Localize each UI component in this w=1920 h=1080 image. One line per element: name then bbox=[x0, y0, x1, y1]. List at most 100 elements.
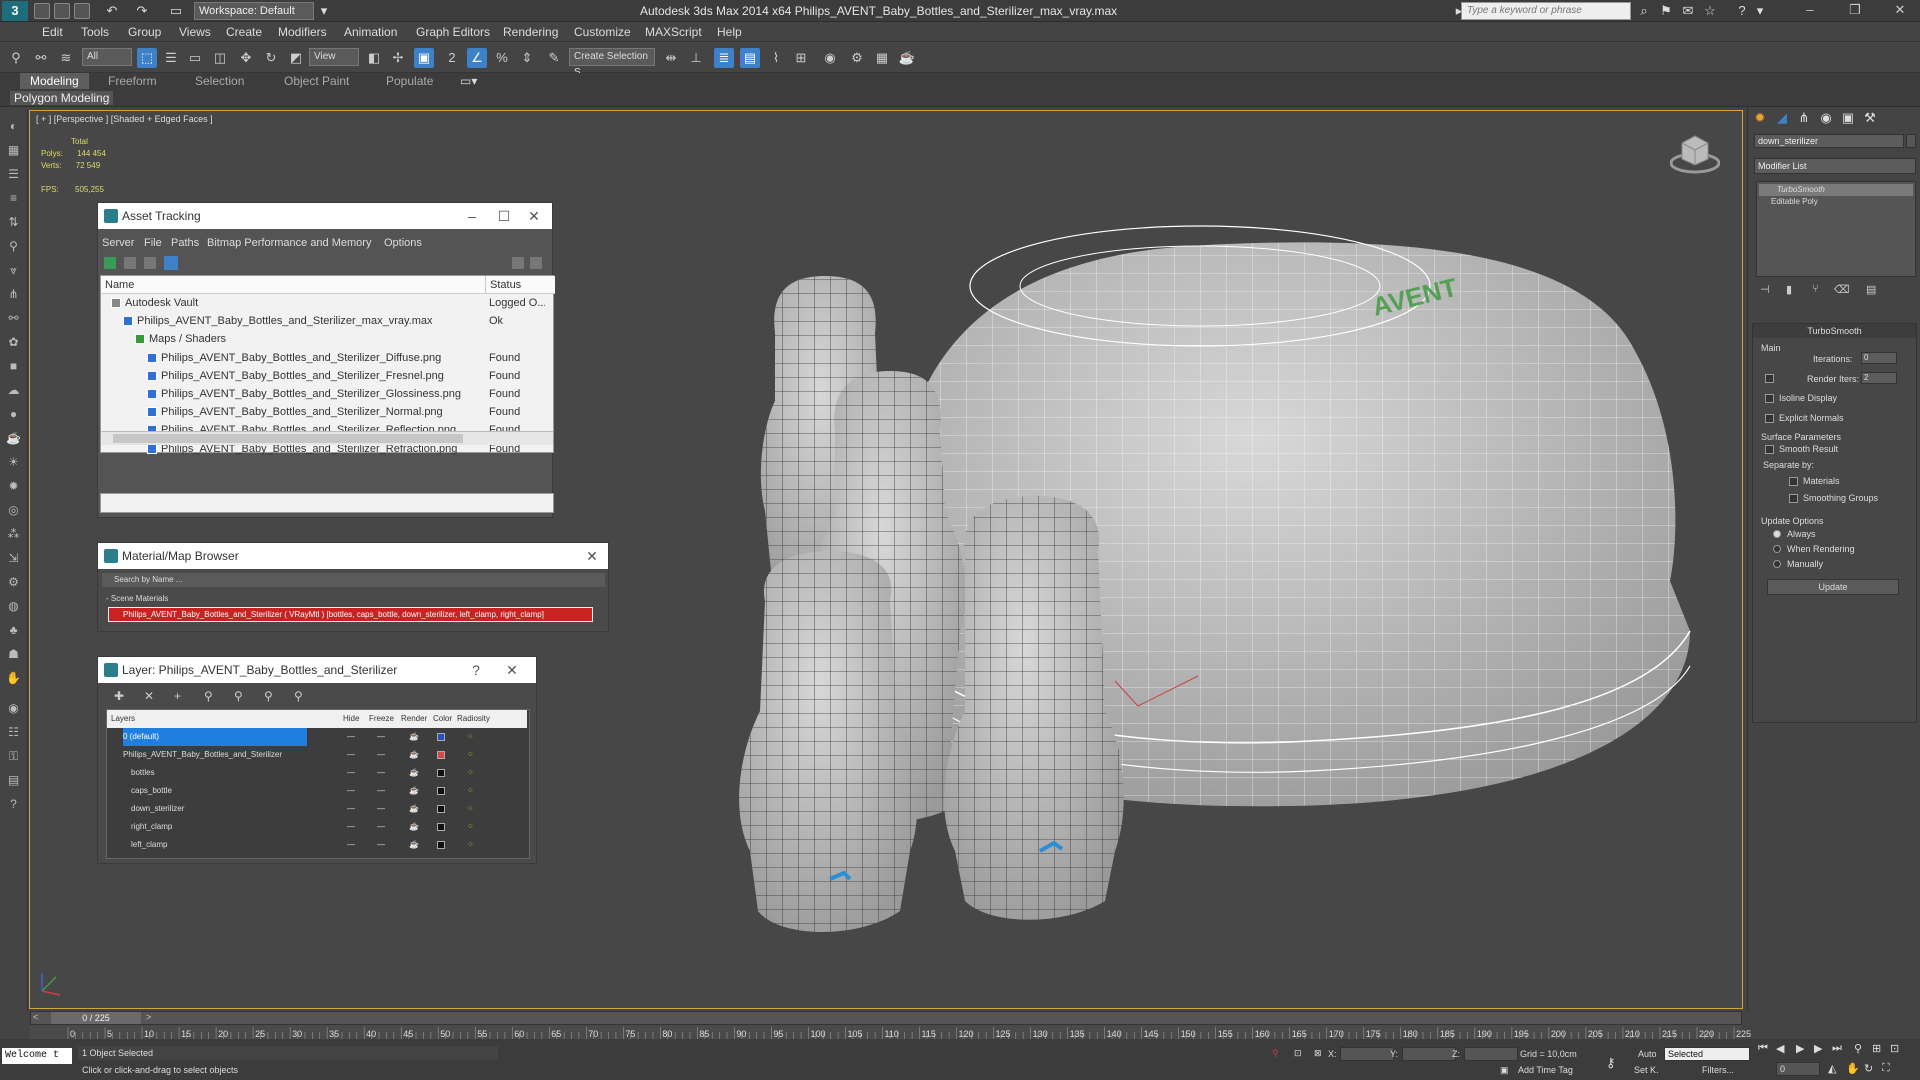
box-icon[interactable]: ■ bbox=[5, 358, 22, 375]
radiosity-icon[interactable]: ⁘ bbox=[467, 782, 474, 800]
column-render[interactable]: Render bbox=[401, 710, 427, 728]
redo-icon[interactable]: ↷ bbox=[134, 3, 150, 19]
add-to-layer-icon[interactable]: + bbox=[174, 689, 181, 703]
rendered-frame-window-icon[interactable]: ▦ bbox=[872, 48, 892, 68]
key-icon[interactable]: ⚷ bbox=[1606, 1055, 1616, 1071]
menu-edit[interactable]: Edit bbox=[42, 25, 63, 39]
freeze-toggle[interactable]: — bbox=[377, 764, 385, 782]
layer-name[interactable]: bottles bbox=[131, 764, 307, 782]
reference-coordinate-dropdown[interactable]: View bbox=[309, 48, 359, 66]
object-color-swatch[interactable] bbox=[1906, 134, 1916, 148]
pin-stack-icon[interactable]: ⊣ bbox=[1760, 283, 1770, 296]
sun-icon[interactable]: ✹ bbox=[5, 478, 22, 495]
hide-all-icon[interactable]: ⚲ bbox=[264, 689, 273, 703]
column-layers[interactable]: Layers bbox=[111, 710, 135, 728]
layer-row[interactable]: left_clamp — — ☕ ⁘ bbox=[107, 836, 527, 854]
go-to-end-icon[interactable]: ⏭ bbox=[1832, 1042, 1842, 1055]
layer-help-button[interactable]: ? bbox=[466, 660, 486, 680]
layer-color-swatch[interactable] bbox=[437, 823, 445, 831]
freeze-all-icon[interactable]: ⚲ bbox=[294, 689, 303, 703]
radiosity-icon[interactable]: ⁘ bbox=[467, 800, 474, 818]
frame-counter[interactable]: 0 / 225 bbox=[51, 1012, 141, 1024]
scene-material-item[interactable]: Philips_AVENT_Baby_Bottles_and_Sterilize… bbox=[108, 607, 593, 622]
create-tab-icon[interactable]: ✹ bbox=[1752, 110, 1768, 126]
layer-manager-icon[interactable]: ≣ bbox=[714, 48, 734, 68]
layer-color-swatch[interactable] bbox=[437, 841, 445, 849]
gear-icon[interactable]: ⚙ bbox=[5, 574, 22, 591]
create-camera-icon[interactable]: ◐ bbox=[5, 118, 22, 135]
layer-name[interactable]: caps_bottle bbox=[131, 782, 307, 800]
menu-customize[interactable]: Customize bbox=[574, 25, 631, 39]
undo-icon[interactable]: ↶ bbox=[104, 3, 120, 19]
bottle-front-right[interactable] bbox=[944, 496, 1124, 920]
asset-menu-paths[interactable]: Paths bbox=[171, 237, 199, 249]
asset-row[interactable]: Philips_AVENT_Baby_Bottles_and_Sterilize… bbox=[101, 312, 555, 330]
asset-row[interactable]: Philips_AVENT_Baby_Bottles_and_Sterilize… bbox=[101, 367, 555, 385]
show-end-result-icon[interactable]: ▮ bbox=[1786, 283, 1792, 296]
current-frame-field[interactable]: 0 bbox=[1776, 1062, 1820, 1076]
column-freeze[interactable]: Freeze bbox=[369, 710, 394, 728]
layer-row[interactable]: down_sterilizer — — ☕ ⁘ bbox=[107, 800, 527, 818]
next-frame-icon[interactable]: ▶ bbox=[1814, 1042, 1822, 1055]
render-teapot-icon[interactable]: ☕ bbox=[409, 764, 419, 782]
render-teapot-icon[interactable]: ☕ bbox=[409, 818, 419, 836]
explicit-normals-checkbox[interactable] bbox=[1765, 414, 1774, 423]
stack-item-editable-poly[interactable]: Editable Poly bbox=[1759, 196, 1913, 208]
asset-menu-server[interactable]: Server bbox=[102, 237, 134, 249]
time-tag-icon[interactable]: ▣ bbox=[1500, 1065, 1509, 1076]
freeze-toggle[interactable]: — bbox=[377, 800, 385, 818]
render-iters-checkbox[interactable] bbox=[1765, 374, 1774, 383]
graphite-toolset-icon[interactable]: ▤ bbox=[740, 48, 760, 68]
asset-row[interactable]: Autodesk Vault Logged O... bbox=[101, 294, 555, 312]
layer-name[interactable]: left_clamp bbox=[131, 836, 307, 854]
asset-menu-options[interactable]: Options bbox=[384, 237, 422, 249]
horizontal-scrollbar[interactable] bbox=[101, 431, 553, 445]
select-and-rotate-icon[interactable]: ↻ bbox=[261, 48, 281, 68]
asset-path-field[interactable] bbox=[100, 493, 554, 513]
play-icon[interactable]: ▶ bbox=[1796, 1042, 1804, 1055]
subscription-icon[interactable]: ⚑ bbox=[1658, 3, 1674, 19]
remove-modifier-icon[interactable]: ⌫ bbox=[1834, 283, 1850, 296]
absolute-mode-icon[interactable]: ⊠ bbox=[1314, 1048, 1322, 1059]
column-color[interactable]: Color bbox=[433, 710, 452, 728]
torus-icon[interactable]: ◎ bbox=[5, 502, 22, 519]
unlink-icon[interactable]: ⚯ bbox=[31, 48, 51, 68]
material-search-input[interactable]: Search by Name ... bbox=[102, 573, 605, 587]
maxscript-listener[interactable]: Welcome t bbox=[2, 1048, 72, 1064]
smoothing-groups-checkbox[interactable] bbox=[1789, 494, 1798, 503]
layer-color-swatch[interactable] bbox=[437, 805, 445, 813]
render-teapot-icon[interactable]: ☕ bbox=[409, 836, 419, 854]
named-selection-dropdown[interactable]: Create Selection S bbox=[569, 48, 655, 78]
angle-snap-icon[interactable]: ∠ bbox=[467, 48, 487, 68]
time-slider-prev-icon[interactable]: < bbox=[33, 1012, 38, 1022]
stack-item-turbosmooth[interactable]: TurboSmooth bbox=[1759, 184, 1913, 196]
sort-icon[interactable]: ⇅ bbox=[5, 214, 22, 231]
padlock-icon[interactable]: ⊡ bbox=[1294, 1048, 1302, 1059]
zoom-all-icon[interactable]: ⊞ bbox=[1872, 1042, 1881, 1055]
asset-menu-file[interactable]: File bbox=[144, 237, 162, 249]
asset-tracking-titlebar[interactable]: Asset Tracking – ☐ ✕ bbox=[98, 203, 552, 229]
pan-view-icon[interactable]: ✋ bbox=[1846, 1062, 1860, 1075]
menu-graph-editors[interactable]: Graph Editors bbox=[416, 25, 490, 39]
render-setup-icon[interactable]: ⚙ bbox=[847, 48, 867, 68]
close-window-button[interactable]: ✕ bbox=[1880, 0, 1920, 22]
display-tab-icon[interactable]: ▣ bbox=[1840, 110, 1856, 126]
select-by-name-icon[interactable]: ☰ bbox=[161, 48, 181, 68]
select-and-link-icon[interactable]: ⚲ bbox=[6, 48, 26, 68]
tab-modeling[interactable]: Modeling bbox=[20, 73, 89, 89]
layer-row[interactable]: Philips_AVENT_Baby_Bottles_and_Sterilize… bbox=[107, 746, 527, 764]
hide-toggle[interactable]: — bbox=[347, 836, 355, 854]
x-coordinate-field[interactable] bbox=[1340, 1047, 1394, 1061]
sphere-icon[interactable]: ● bbox=[5, 406, 22, 423]
when-rendering-radio[interactable] bbox=[1773, 545, 1781, 553]
modifier-list-dropdown[interactable]: Modifier List bbox=[1754, 158, 1916, 174]
cloud-icon[interactable]: ☁ bbox=[5, 382, 22, 399]
modify-tab-icon[interactable]: ◢ bbox=[1774, 110, 1790, 126]
manually-radio[interactable] bbox=[1773, 560, 1781, 568]
time-slider[interactable]: < 0 / 225 > bbox=[30, 1011, 1742, 1025]
select-object-icon[interactable]: ⬚ bbox=[137, 48, 157, 68]
tree-view-icon[interactable] bbox=[144, 257, 156, 269]
script-icon[interactable]: ⚿ bbox=[5, 748, 22, 765]
stack-icon[interactable]: ☷ bbox=[5, 724, 22, 741]
always-radio[interactable] bbox=[1773, 530, 1781, 538]
